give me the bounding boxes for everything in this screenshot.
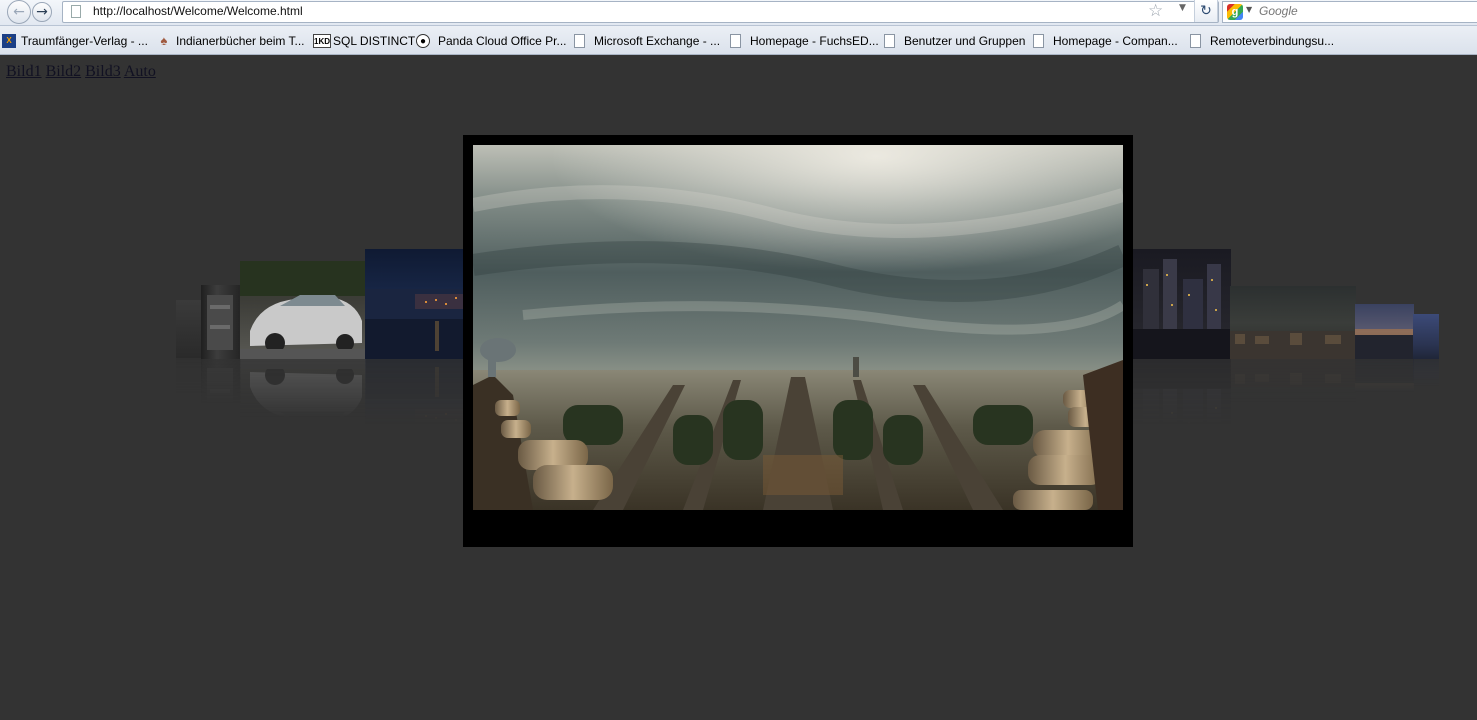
search-engine-dropdown-icon[interactable]: ▼ bbox=[1246, 5, 1252, 14]
1kd-icon: 1KD bbox=[313, 34, 331, 48]
gallery-thumbnail[interactable] bbox=[176, 300, 202, 358]
panda-icon: ● bbox=[416, 34, 430, 48]
forward-arrow-icon: → bbox=[36, 4, 48, 20]
gallery-thumbnail[interactable] bbox=[240, 261, 366, 359]
page-icon bbox=[730, 34, 741, 48]
google-icon[interactable]: g bbox=[1227, 4, 1243, 20]
bookmark-label: Homepage - Compan... bbox=[1053, 34, 1178, 48]
gallery-thumbnail[interactable] bbox=[1230, 286, 1356, 359]
reload-icon: ↻ bbox=[1200, 3, 1212, 19]
bookmark-item[interactable]: Homepage - FuchsED... bbox=[729, 33, 879, 49]
thumbnail-image bbox=[207, 295, 233, 350]
bookmark-label: Panda Cloud Office Pr... bbox=[438, 34, 567, 48]
bookmark-item[interactable]: Benutzer und Gruppen bbox=[883, 33, 1025, 49]
bookmark-label: Benutzer und Gruppen bbox=[904, 34, 1026, 48]
bookmark-item[interactable]: X Traumfänger-Verlag - ... bbox=[2, 33, 148, 49]
search-bar[interactable]: g ▼ Google bbox=[1222, 1, 1477, 23]
gallery-thumbnail[interactable] bbox=[201, 285, 241, 359]
gallery-thumbnail[interactable] bbox=[365, 249, 464, 359]
bookmark-item[interactable]: 1KD SQL DISTINCT bbox=[313, 33, 415, 49]
address-bar[interactable]: http://localhost/Welcome/Welcome.html ☆ … bbox=[62, 1, 1219, 23]
gallery-thumbnail[interactable] bbox=[1133, 249, 1231, 359]
bookmark-item[interactable]: ● Panda Cloud Office Pr... bbox=[416, 33, 567, 49]
link-bild3[interactable]: Bild3 bbox=[85, 63, 121, 80]
image-links: Bild1 Bild2 Bild3 Auto bbox=[6, 63, 156, 81]
star-icon[interactable]: ☆ bbox=[1148, 1, 1163, 21]
bookmark-label: Remoteverbindungsu... bbox=[1210, 34, 1335, 48]
thumbnail-image bbox=[1355, 329, 1414, 359]
main-image[interactable] bbox=[473, 145, 1123, 510]
page-icon bbox=[71, 5, 81, 18]
bookmark-item[interactable]: Homepage - Compan... bbox=[1032, 33, 1178, 49]
bookmark-label: SQL DISTINCT bbox=[333, 34, 416, 48]
link-bild1[interactable]: Bild1 bbox=[6, 63, 42, 80]
thumbnail-image bbox=[365, 289, 464, 359]
url-dropdown-icon[interactable]: ▼ bbox=[1179, 3, 1186, 13]
link-bild2[interactable]: Bild2 bbox=[46, 63, 82, 80]
gallery-thumbnail[interactable] bbox=[1355, 304, 1414, 359]
url-text[interactable]: http://localhost/Welcome/Welcome.html bbox=[93, 4, 303, 18]
bookmark-item[interactable]: Microsoft Exchange - ... bbox=[573, 33, 720, 49]
reload-button[interactable]: ↻ bbox=[1194, 0, 1218, 22]
back-button[interactable]: ← bbox=[7, 0, 31, 24]
traumfaenger-icon: X bbox=[2, 34, 16, 48]
feather-icon: ♠ bbox=[160, 33, 168, 48]
main-image-frame bbox=[463, 135, 1133, 547]
page-icon bbox=[1033, 34, 1044, 48]
paris-panorama-image bbox=[473, 145, 1123, 510]
bookmark-label: Microsoft Exchange - ... bbox=[594, 34, 721, 48]
bookmark-item[interactable]: Remoteverbindungsu... bbox=[1189, 33, 1334, 49]
bookmark-item[interactable]: ♠ Indianerbücher beim T... bbox=[157, 33, 305, 49]
bookmark-label: Homepage - FuchsED... bbox=[750, 34, 879, 48]
thumbnail-image bbox=[1230, 331, 1356, 359]
link-auto[interactable]: Auto bbox=[124, 63, 156, 80]
page-icon bbox=[574, 34, 585, 48]
bookmarks-bar: X Traumfänger-Verlag - ... ♠ Indianerbüc… bbox=[0, 26, 1477, 55]
bookmark-label: Traumfänger-Verlag - ... bbox=[21, 34, 148, 48]
thumbnail-image bbox=[240, 261, 366, 359]
bookmark-label: Indianerbücher beim T... bbox=[176, 34, 305, 48]
forward-button[interactable]: → bbox=[32, 2, 52, 22]
page-icon bbox=[1190, 34, 1201, 48]
browser-toolbar: ← → http://localhost/Welcome/Welcome.htm… bbox=[0, 0, 1477, 26]
thumbnail-image bbox=[1133, 259, 1231, 359]
back-arrow-icon: ← bbox=[13, 4, 25, 20]
search-input[interactable]: Google bbox=[1259, 4, 1298, 18]
page-icon bbox=[884, 34, 895, 48]
gallery-thumbnail[interactable] bbox=[1413, 314, 1439, 359]
